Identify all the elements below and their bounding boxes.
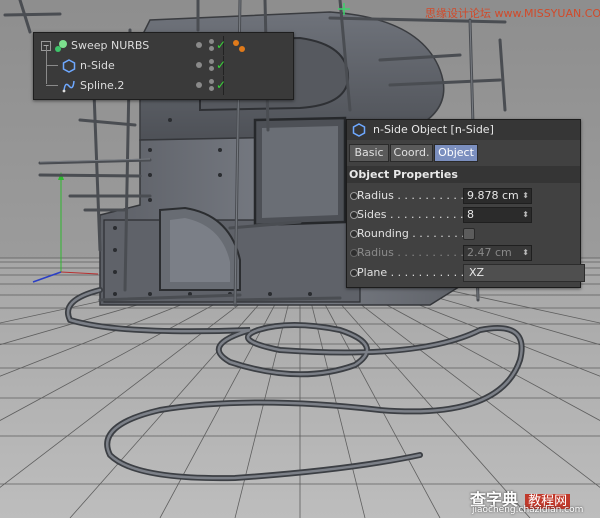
nside-icon	[62, 59, 76, 73]
sides-value: 8	[467, 208, 474, 221]
editor-visibility-dot[interactable]	[196, 62, 202, 68]
tab-object[interactable]: Object	[434, 144, 478, 162]
section-header: Object Properties	[347, 166, 580, 183]
tag-icon-2[interactable]	[239, 46, 245, 52]
object-manager-panel[interactable]: − Sweep NURBS ✓ n-Side ✓	[33, 32, 294, 100]
spinner-arrows-icon: ⬍	[522, 248, 529, 257]
sweep-nurbs-icon	[54, 39, 68, 53]
spinner-arrows-icon[interactable]: ⬍	[522, 189, 529, 203]
property-rounding-radius: Radius . . . . . . . . . . 2.47 cm ⬍	[347, 243, 580, 262]
enabled-check-icon[interactable]: ✓	[216, 36, 226, 55]
enabled-check-icon[interactable]: ✓	[216, 76, 226, 95]
tab-basic[interactable]: Basic	[349, 144, 389, 162]
radius-input[interactable]: 9.878 cm ⬍	[463, 188, 532, 204]
rounding-checkbox[interactable]	[463, 228, 475, 240]
attribute-manager-header: n-Side Object [n-Side]	[347, 120, 580, 140]
tab-coord[interactable]: Coord.	[390, 144, 433, 162]
property-label: Rounding . . . . . . . .	[357, 227, 465, 240]
rounding-radius-value: 2.47 cm	[467, 246, 512, 259]
rounding-radius-input: 2.47 cm ⬍	[463, 245, 532, 261]
nside-icon	[352, 123, 366, 144]
property-label: Plane . . . . . . . . . . .	[357, 266, 465, 279]
cinema4d-workspace: 思缘设计论坛 www.MISSYUAN.COM − Sweep NURBS ✓	[0, 0, 600, 518]
object-row-nside[interactable]: n-Side ✓	[34, 46, 293, 84]
property-rounding: Rounding . . . . . . . .	[347, 224, 580, 243]
object-label: Spline.2	[80, 79, 125, 92]
property-plane: Plane . . . . . . . . . . . XZ	[347, 263, 585, 282]
watermark-url: jiaocheng.chazidian.com	[472, 505, 583, 515]
render-visibility-dot[interactable]	[209, 59, 214, 64]
tag-icon[interactable]	[233, 40, 239, 46]
object-label: n-Side	[80, 59, 115, 72]
attribute-manager-title: n-Side Object [n-Side]	[373, 123, 494, 136]
radius-value: 9.878 cm	[467, 189, 519, 202]
object-row-spline[interactable]: Spline.2 ✓	[34, 76, 293, 95]
object-label: Sweep NURBS	[71, 39, 150, 52]
watermark-top: 思缘设计论坛 www.MISSYUAN.COM	[425, 5, 600, 21]
section-title: Object Properties	[349, 168, 458, 181]
render-visibility-dot[interactable]	[209, 79, 214, 84]
sides-input[interactable]: 8 ⬍	[463, 207, 532, 223]
property-sides: Sides . . . . . . . . . . . 8 ⬍	[347, 205, 580, 224]
watermark-url-text: jiaocheng.chazidian.com	[472, 505, 584, 515]
render-visibility-dot[interactable]	[209, 39, 214, 44]
watermark-top-text: 思缘设计论坛 www.MISSYUAN.COM	[425, 7, 600, 20]
property-label: Radius . . . . . . . . . .	[357, 246, 464, 259]
spline-icon	[62, 79, 76, 93]
editor-visibility-dot[interactable]	[196, 82, 202, 88]
attribute-manager-panel[interactable]: n-Side Object [n-Side] Basic Coord. Obje…	[346, 119, 585, 288]
property-radius: Radius . . . . . . . . . . 9.878 cm ⬍	[347, 186, 580, 205]
editor-visibility-dot[interactable]	[196, 42, 202, 48]
enabled-check-icon[interactable]: ✓	[216, 56, 226, 75]
property-label: Sides . . . . . . . . . . .	[357, 208, 464, 221]
spinner-arrows-icon[interactable]: ⬍	[522, 208, 529, 222]
plane-dropdown[interactable]: XZ	[463, 264, 585, 282]
property-label: Radius . . . . . . . . . .	[357, 189, 464, 202]
object-row-sweep-nurbs[interactable]: − Sweep NURBS ✓	[34, 36, 293, 55]
